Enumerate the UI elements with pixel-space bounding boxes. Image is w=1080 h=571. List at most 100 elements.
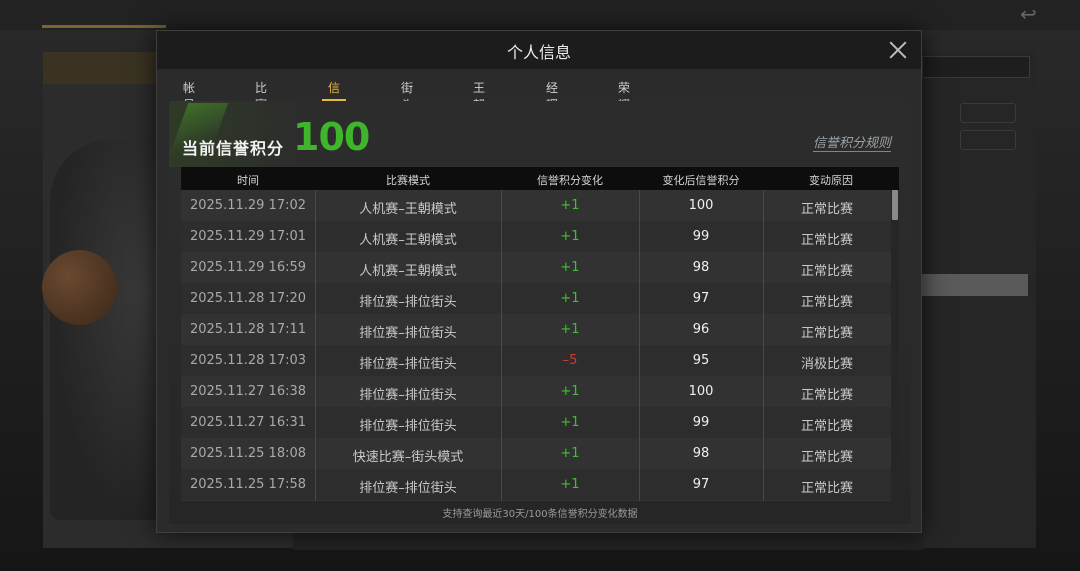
header-reason: 变动原因: [809, 174, 853, 187]
cell-delta: +1: [560, 384, 580, 399]
cell-time: 2025.11.29 16:59: [189, 260, 307, 275]
modal-header: 个人信息: [157, 31, 921, 69]
tab-credit-score[interactable]: 信誉积分: [321, 69, 347, 146]
table-row: 2025.11.29 17:02 人机赛–王朝模式 +1 100 正常比赛: [181, 190, 891, 221]
cell-reason: 正常比赛: [800, 295, 853, 310]
cell-mode: 排位赛–排位街头: [359, 481, 457, 496]
cell-time: 2025.11.25 17:58: [189, 477, 307, 492]
header-mode: 比赛模式: [386, 174, 430, 187]
cell-delta: +1: [560, 198, 580, 213]
cell-delta: +1: [560, 229, 580, 244]
tab-manager-mode[interactable]: 经理模式: [546, 69, 558, 146]
table-row: 2025.11.29 16:59 人机赛–王朝模式 +1 98 正常比赛: [181, 252, 891, 283]
cell-reason: 正常比赛: [800, 450, 853, 465]
background-basketball: [42, 250, 117, 325]
cell-time: 2025.11.28 17:03: [189, 353, 307, 368]
background-highlight-row: [922, 274, 1028, 296]
table-row: 2025.11.28 17:20 排位赛–排位街头 +1 97 正常比赛: [181, 283, 891, 314]
cell-after: 95: [692, 353, 710, 368]
table-row: 2025.11.27 16:38 排位赛–排位街头 +1 100 正常比赛: [181, 376, 891, 407]
cell-delta: +1: [560, 477, 580, 492]
cell-time: 2025.11.25 18:08: [189, 446, 307, 461]
background-back-icon: ↩: [1020, 2, 1037, 26]
cell-after: 97: [692, 477, 710, 492]
background-tab-underline: [42, 25, 166, 28]
tab-account-overview[interactable]: 帐号总览: [183, 69, 195, 146]
tab-honor-achievements[interactable]: 荣耀成就: [618, 69, 630, 146]
cell-reason: 正常比赛: [800, 388, 853, 403]
cell-after: 100: [688, 198, 714, 213]
credit-history-table: 时间 比赛模式 信誉积分变化 变化后信誉积分 变动原因 2025.11.29 1…: [181, 167, 899, 501]
cell-mode: 快速比赛–街头模式: [352, 450, 464, 465]
cell-after: 100: [688, 384, 714, 399]
cell-time: 2025.11.29 17:02: [189, 198, 307, 213]
table-row: 2025.11.28 17:11 排位赛–排位街头 +1 96 正常比赛: [181, 314, 891, 345]
cell-time: 2025.11.27 16:38: [189, 384, 307, 399]
column-divider: [639, 190, 640, 501]
table-header: 时间 比赛模式 信誉积分变化 变化后信誉积分 变动原因: [181, 167, 899, 190]
background-button: [960, 103, 1016, 123]
column-divider: [501, 190, 502, 501]
scrollbar-thumb[interactable]: [892, 190, 898, 220]
credit-score-panel: 当前信誉积分 100 信誉积分规则 时间 比赛模式 信誉积分变化 变化后信誉积分…: [165, 101, 911, 524]
tab-street-mode[interactable]: 街头模式: [401, 69, 413, 146]
credit-rules-link[interactable]: 信誉积分规则: [812, 132, 891, 152]
cell-reason: 正常比赛: [800, 481, 853, 496]
cell-mode: 人机赛–王朝模式: [359, 202, 457, 217]
table-row: 2025.11.29 17:01 人机赛–王朝模式 +1 99 正常比赛: [181, 221, 891, 252]
personal-info-modal: 个人信息 帐号总览 比赛记录 信誉积分 街头模式 王朝模式 经理模式 荣耀成就 …: [156, 30, 922, 533]
score-value: 100: [293, 115, 370, 159]
cell-mode: 排位赛–排位街头: [359, 388, 457, 403]
table-row: 2025.11.27 16:31 排位赛–排位街头 +1 99 正常比赛: [181, 407, 891, 438]
cell-after: 97: [692, 291, 710, 306]
cell-delta: +1: [560, 291, 580, 306]
cell-delta: –5: [562, 353, 578, 368]
cell-reason: 正常比赛: [800, 326, 853, 341]
table-row: 2025.11.25 18:08 快速比赛–街头模式 +1 98 正常比赛: [181, 438, 891, 469]
cell-after: 98: [692, 260, 710, 275]
cell-time: 2025.11.28 17:20: [189, 291, 307, 306]
table-row: 2025.11.28 17:03 排位赛–排位街头 –5 95 消极比赛: [181, 345, 891, 376]
header-after: 变化后信誉积分: [662, 174, 740, 187]
cell-delta: +1: [560, 446, 580, 461]
background-right-panel: [922, 52, 1036, 548]
background-button: [960, 130, 1016, 150]
footer-note: 支持查询最近30天/100条信誉积分变化数据: [442, 509, 638, 520]
tab-dynasty-mode[interactable]: 王朝模式: [473, 69, 485, 146]
table-row: 2025.11.25 17:58 排位赛–排位街头 +1 97 正常比赛: [181, 469, 891, 500]
cell-after: 99: [692, 415, 710, 430]
modal-title: 个人信息: [506, 43, 571, 62]
cell-time: 2025.11.28 17:11: [189, 322, 307, 337]
cell-mode: 人机赛–王朝模式: [359, 264, 457, 279]
cell-after: 99: [692, 229, 710, 244]
cell-reason: 正常比赛: [800, 202, 853, 217]
header-time: 时间: [237, 174, 259, 187]
cell-mode: 排位赛–排位街头: [359, 326, 457, 341]
cell-delta: +1: [560, 260, 580, 275]
cell-time: 2025.11.29 17:01: [189, 229, 307, 244]
cell-reason: 正常比赛: [800, 419, 853, 434]
header-delta: 信誉积分变化: [537, 174, 603, 187]
column-divider: [763, 190, 764, 501]
cell-reason: 正常比赛: [800, 264, 853, 279]
cell-after: 98: [692, 446, 710, 461]
cell-after: 96: [692, 322, 710, 337]
background-left-tab: [43, 52, 167, 84]
cell-reason: 消极比赛: [800, 357, 853, 372]
close-icon[interactable]: [887, 39, 909, 61]
table-scrollbar[interactable]: [891, 190, 899, 501]
cell-reason: 正常比赛: [800, 233, 853, 248]
column-divider: [315, 190, 316, 501]
cell-mode: 人机赛–王朝模式: [359, 233, 457, 248]
score-label: 当前信誉积分: [182, 139, 285, 158]
cell-delta: +1: [560, 322, 580, 337]
cell-time: 2025.11.27 16:31: [189, 415, 307, 430]
cell-mode: 排位赛–排位街头: [359, 357, 457, 372]
tab-match-records[interactable]: 比赛记录: [255, 69, 267, 146]
score-banner: 当前信誉积分 100 信誉积分规则: [165, 101, 911, 167]
table-body[interactable]: 2025.11.29 17:02 人机赛–王朝模式 +1 100 正常比赛 2025.11…: [181, 190, 891, 501]
cell-mode: 排位赛–排位街头: [359, 295, 457, 310]
cell-mode: 排位赛–排位街头: [359, 419, 457, 434]
cell-delta: +1: [560, 415, 580, 430]
background-select: [922, 56, 1030, 78]
